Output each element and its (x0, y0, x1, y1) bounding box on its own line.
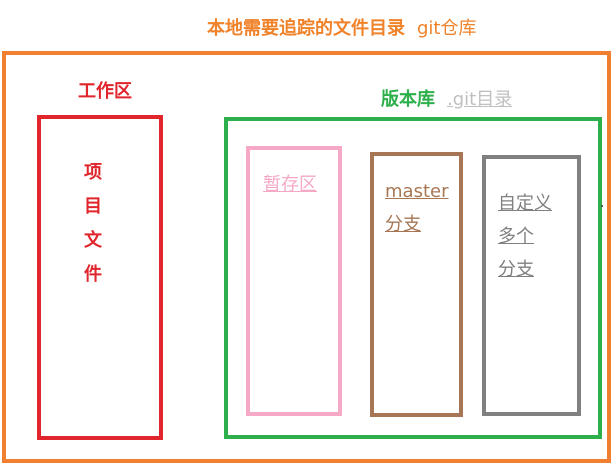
title-main: 本地需要追踪的文件目录 (207, 18, 405, 39)
master-branch-suffix: 分支 (385, 214, 421, 235)
title-sub: git仓库 (417, 18, 477, 39)
custom-branches-line: 自定义 (498, 193, 552, 214)
custom-branches-line: 分支 (498, 259, 534, 280)
project-files-char: 文 (84, 230, 102, 251)
custom-branches-line: 多个 (498, 226, 534, 247)
project-files-text: 项 目 文 件 (81, 156, 105, 292)
git-dir-label: .git目录 (447, 89, 513, 110)
project-files-char: 项 (84, 162, 102, 183)
workspace-label: 工作区 (78, 81, 132, 102)
project-files-char: 目 (84, 196, 102, 217)
master-branch-label: master 分支 (385, 175, 448, 241)
diagram-title: 本地需要追踪的文件目录 git仓库 (207, 14, 476, 40)
stray-dot (601, 205, 603, 207)
master-branch-name: master (385, 181, 449, 202)
custom-branches-label: 自定义 多个 分支 (498, 187, 552, 286)
project-files-char: 件 (84, 264, 102, 285)
staging-area-label: 暂存区 (263, 174, 317, 195)
repository-heading: 版本库 .git目录 (381, 85, 512, 111)
repository-label: 版本库 (381, 89, 435, 110)
